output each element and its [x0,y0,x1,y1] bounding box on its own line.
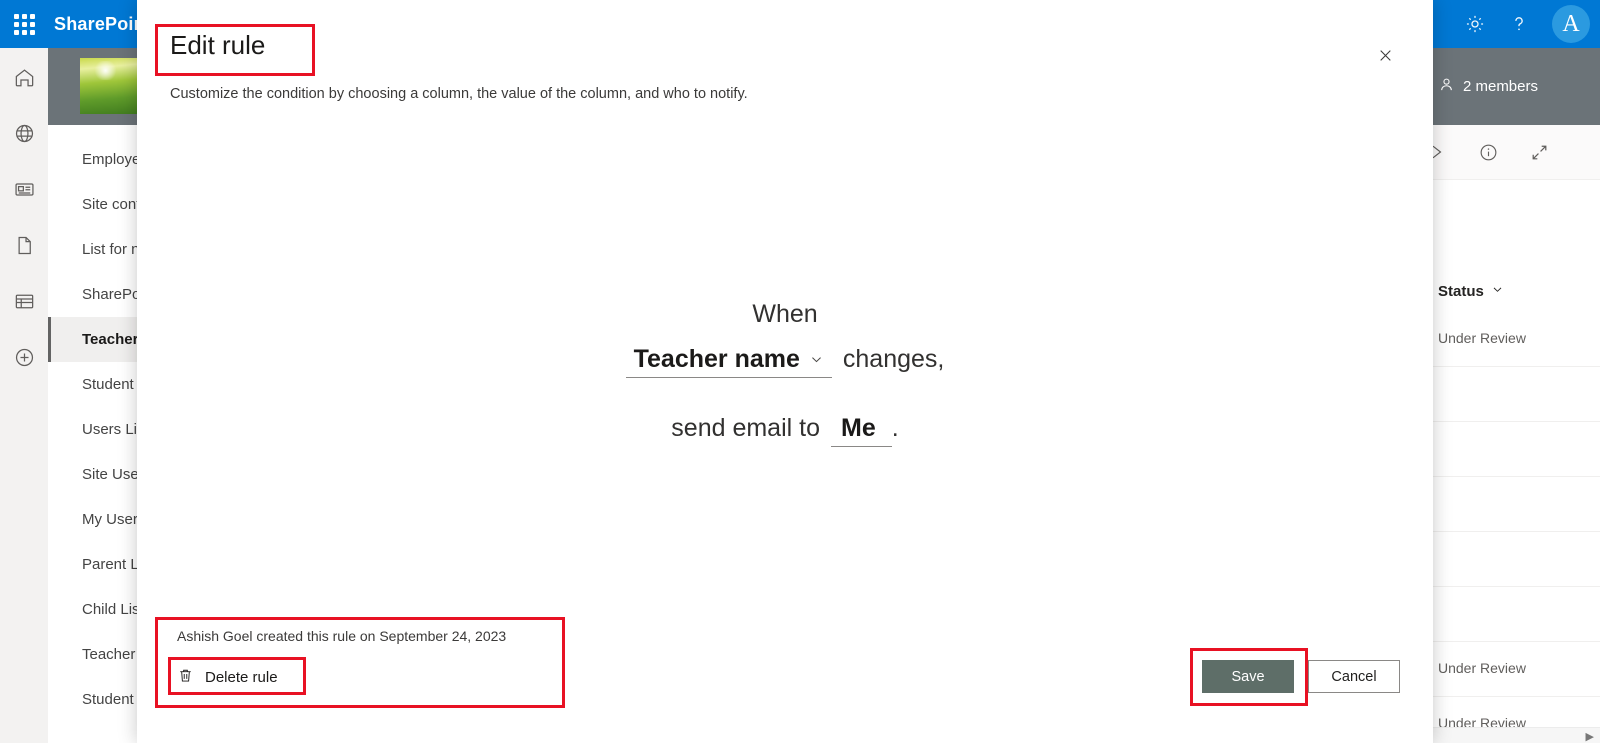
nav-label: Users Lis [82,421,145,438]
members-label: 2 members [1462,78,1538,95]
help-question-icon[interactable] [1508,13,1530,35]
edit-rule-dialog: Edit rule Customize the condition by cho… [137,0,1433,743]
info-icon[interactable] [1478,142,1499,163]
screen: SharePoint A 2 members Employee Site con… [0,0,1600,743]
recipient-value: Me [841,414,876,442]
nav-label: Child Lis [82,601,140,618]
rule-created-info: Ashish Goel created this rule on Septemb… [177,628,507,644]
period-label: . [891,414,899,442]
gear-icon[interactable] [1464,13,1486,35]
members-indicator[interactable]: 2 members [1438,76,1538,97]
expand-icon[interactable] [1529,142,1550,163]
create-plus-icon[interactable] [9,342,39,372]
avatar[interactable]: A [1552,5,1590,43]
recipient-field[interactable]: Me [831,414,892,447]
column-header-status[interactable]: Status [1438,283,1504,300]
nav-label: SharePoi [82,286,144,303]
save-button[interactable]: Save [1202,660,1294,693]
scroll-right-arrow-icon[interactable]: ▶ [1586,730,1594,743]
delete-rule-button[interactable]: Delete rule [177,663,278,691]
cancel-button[interactable]: Cancel [1308,660,1400,693]
nav-label: Student [82,376,134,393]
nav-label: List for n [82,241,140,258]
status-cell: Under Review [1438,660,1526,676]
nav-label: My Users [82,511,146,528]
nav-label: Parent Li [82,556,143,573]
send-email-label: send email to [671,414,820,442]
nav-label: Student [82,691,134,708]
globe-icon[interactable] [9,118,39,148]
app-launcher-waffle-icon[interactable] [0,0,48,48]
document-icon[interactable] [9,230,39,260]
chevron-down-icon [1491,283,1504,300]
trash-icon [177,667,194,688]
rule-line-when: When [752,300,817,329]
nav-label: Teacher l [82,646,143,663]
page-title: Edit rule [170,30,266,60]
home-icon[interactable] [9,62,39,92]
list-icon[interactable] [9,286,39,316]
suite-bar-actions: A [1464,0,1590,48]
column-header-label: Status [1438,282,1484,300]
icon-rail [0,48,48,743]
delete-rule-label: Delete rule [205,668,278,686]
column-dropdown-value: Teacher name [633,345,800,373]
status-cell: Under Review [1438,330,1526,346]
dialog-subtitle: Customize the condition by choosing a co… [170,86,748,102]
changes-label: changes, [842,345,945,373]
nav-label: Site cont [82,196,141,213]
when-label: When [752,300,818,328]
column-dropdown[interactable]: Teacher name [625,345,832,378]
close-icon[interactable] [1370,40,1400,70]
dialog-actions: Save Cancel [1202,660,1400,693]
rule-line-condition: Teacher name changes, [625,345,945,378]
rule-builder: When Teacher name changes, send email to [137,300,1433,447]
rule-line-action: send email to Me . [671,414,899,447]
chevron-down-icon [809,352,824,370]
person-icon [1438,76,1455,97]
nav-label: Site User [82,466,144,483]
news-icon[interactable] [9,174,39,204]
